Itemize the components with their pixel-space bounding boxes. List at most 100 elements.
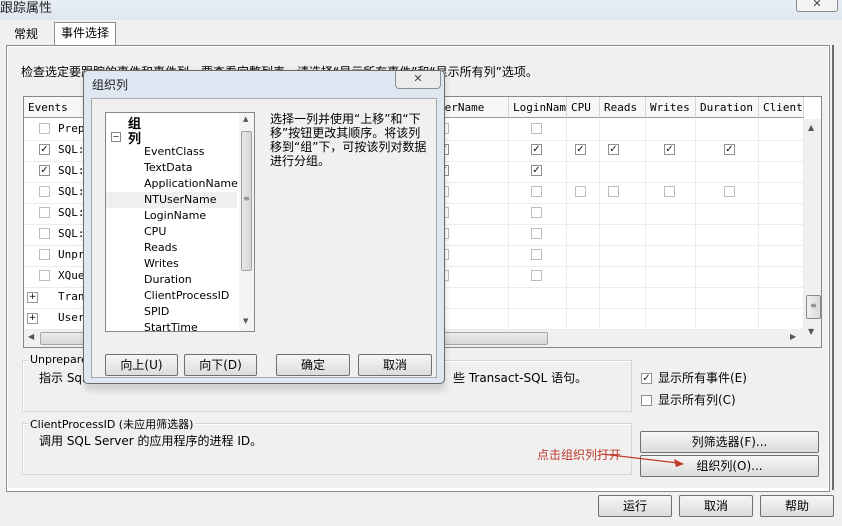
- show-all-columns-label: 显示所有列(C): [658, 393, 736, 407]
- cancel-button[interactable]: 取消: [679, 495, 753, 517]
- tree-node-columns[interactable]: 列: [128, 128, 141, 147]
- column-checkbox[interactable]: [531, 270, 542, 281]
- column-checkbox[interactable]: [531, 207, 542, 218]
- event-checkbox[interactable]: [39, 270, 50, 281]
- tree-vertical-scrollbar[interactable]: ▲ ≡ ▼: [239, 113, 254, 331]
- window-close-button[interactable]: ✕: [796, 0, 838, 12]
- move-up-button[interactable]: 向上(U): [105, 354, 178, 376]
- grid-cell: [696, 160, 759, 182]
- tab-event-selection[interactable]: 事件选择: [54, 22, 117, 45]
- grid-cell: ✓: [567, 139, 600, 161]
- scroll-right-arrow-icon[interactable]: ▶: [790, 332, 796, 341]
- event-name: SQL:: [58, 206, 85, 219]
- tree-column-item[interactable]: ApplicationName: [144, 177, 238, 190]
- scroll-left-arrow-icon[interactable]: ◀: [28, 332, 34, 341]
- column-checkbox[interactable]: ✓: [664, 144, 675, 155]
- show-all-columns-checkbox[interactable]: [641, 395, 652, 406]
- column-checkbox[interactable]: ✓: [575, 144, 586, 155]
- column-checkbox[interactable]: [664, 186, 675, 197]
- frame-edge: [832, 45, 834, 490]
- show-all-events-checkbox[interactable]: ✓: [641, 373, 652, 384]
- tree-column-item[interactable]: Reads: [144, 241, 177, 254]
- grid-column-header[interactable]: Reads: [600, 97, 646, 118]
- event-checkbox[interactable]: [39, 228, 50, 239]
- column-checkbox[interactable]: [575, 186, 586, 197]
- tree-column-item[interactable]: SPID: [144, 305, 169, 318]
- help-button[interactable]: 帮助: [760, 495, 834, 517]
- column-checkbox[interactable]: [608, 186, 619, 197]
- grid-cell: ✓: [509, 160, 567, 182]
- show-all-columns-option[interactable]: 显示所有列(C): [641, 391, 736, 408]
- grid-cell: [759, 160, 804, 182]
- expand-icon[interactable]: +: [27, 292, 38, 303]
- dialog-cancel-button[interactable]: 取消: [358, 354, 432, 376]
- grid-cell: [567, 181, 600, 203]
- grid-column-header[interactable]: Duration: [696, 97, 759, 118]
- run-button[interactable]: 运行: [598, 495, 672, 517]
- expand-icon[interactable]: +: [27, 313, 38, 324]
- tab-general[interactable]: 常规: [8, 24, 44, 44]
- grid-column-header[interactable]: CPU: [567, 97, 600, 118]
- window-title: 跟踪属性: [0, 1, 53, 16]
- column-tree[interactable]: 组 − 列 EventClass TextData ApplicationName N…: [105, 112, 255, 332]
- tree-column-item[interactable]: NTUserName: [144, 193, 216, 206]
- column-checkbox[interactable]: ✓: [608, 144, 619, 155]
- event-checkbox[interactable]: [39, 207, 50, 218]
- column-description-legend: ClientProcessID (未应用筛选器): [28, 416, 196, 432]
- column-checkbox[interactable]: ✓: [531, 144, 542, 155]
- grid-column-header[interactable]: ClientP: [759, 97, 804, 118]
- dialog-close-button[interactable]: ✕: [395, 71, 441, 89]
- event-checkbox[interactable]: [39, 249, 50, 260]
- tree-scroll-thumb[interactable]: ≡: [241, 131, 252, 271]
- event-description-legend: Unprepare: [28, 353, 90, 366]
- tree-column-item[interactable]: EventClass: [144, 145, 204, 158]
- event-name: SQL:: [58, 143, 85, 156]
- show-all-events-option[interactable]: ✓ 显示所有事件(E): [641, 369, 747, 386]
- move-down-button[interactable]: 向下(D): [184, 354, 257, 376]
- event-checkbox[interactable]: [39, 186, 50, 197]
- grid-cell: ✓: [696, 139, 759, 161]
- grid-cell: [759, 202, 804, 224]
- column-checkbox[interactable]: ✓: [531, 165, 542, 176]
- grid-cell: [696, 307, 759, 329]
- tree-column-item[interactable]: CPU: [144, 225, 166, 238]
- event-checkbox[interactable]: ✓: [39, 144, 50, 155]
- grid-column-header[interactable]: LoginName: [509, 97, 567, 118]
- column-checkbox[interactable]: [531, 186, 542, 197]
- grid-cell: [759, 307, 804, 329]
- tree-column-item[interactable]: TextData: [144, 161, 193, 174]
- tree-column-item[interactable]: StartTime: [144, 321, 198, 331]
- tree-column-item[interactable]: Duration: [144, 273, 192, 286]
- event-checkbox[interactable]: [39, 123, 50, 134]
- collapse-icon[interactable]: −: [111, 132, 121, 142]
- scroll-up-arrow-icon[interactable]: ▲: [808, 123, 814, 132]
- column-checkbox[interactable]: [531, 249, 542, 260]
- event-checkbox[interactable]: ✓: [39, 165, 50, 176]
- column-checkbox[interactable]: [531, 123, 542, 134]
- close-icon: ✕: [812, 0, 822, 10]
- grid-cell: [646, 118, 696, 140]
- grid-cell: [509, 307, 567, 329]
- grid-cell: [759, 244, 804, 266]
- grid-cell: [646, 202, 696, 224]
- column-checkbox[interactable]: [724, 186, 735, 197]
- grid-vertical-scroll-thumb[interactable]: ≡: [806, 295, 821, 319]
- tree-column-item[interactable]: Writes: [144, 257, 179, 270]
- scroll-down-arrow-icon[interactable]: ▼: [243, 317, 248, 325]
- column-checkbox[interactable]: ✓: [724, 144, 735, 155]
- grid-column-header[interactable]: Writes: [646, 97, 696, 118]
- tab-strip: 常规 事件选择: [0, 20, 842, 46]
- scroll-down-arrow-icon[interactable]: ▼: [808, 327, 814, 336]
- grid-cell: [759, 118, 804, 140]
- grid-cell: [600, 265, 646, 287]
- grid-cell: [759, 223, 804, 245]
- grid-vertical-scrollbar[interactable]: ▲ ≡ ▼: [804, 119, 821, 347]
- event-name: SQL:: [58, 185, 85, 198]
- tree-column-item[interactable]: ClientProcessID: [144, 289, 229, 302]
- tree-column-item[interactable]: LoginName: [144, 209, 206, 222]
- grid-cell: [646, 286, 696, 308]
- column-description-text: 调用 SQL Server 的应用程序的进程 ID。: [39, 434, 263, 448]
- column-checkbox[interactable]: [531, 228, 542, 239]
- dialog-ok-button[interactable]: 确定: [276, 354, 350, 376]
- scroll-up-arrow-icon[interactable]: ▲: [243, 115, 248, 123]
